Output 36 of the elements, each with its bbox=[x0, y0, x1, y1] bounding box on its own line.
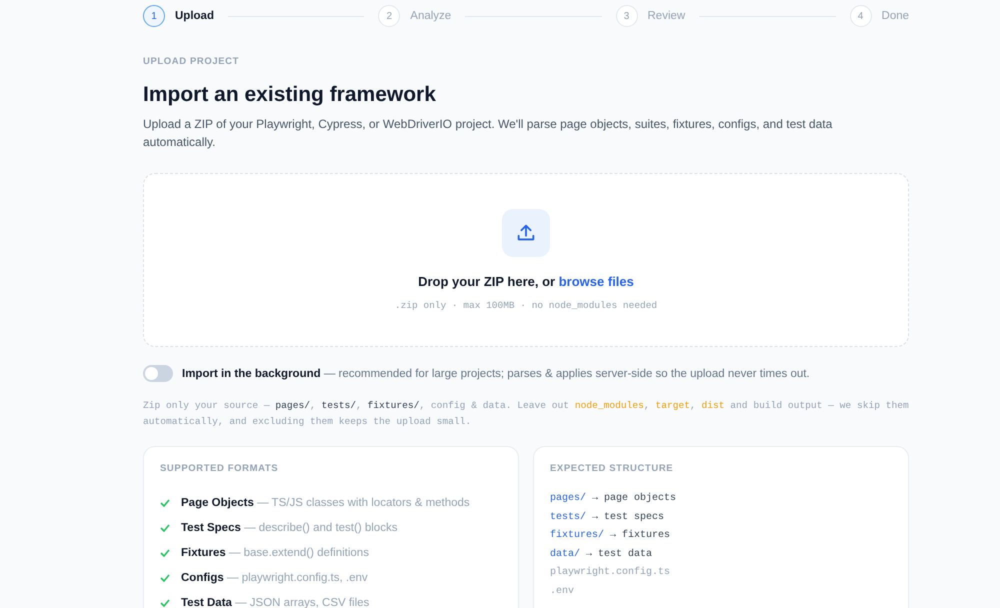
upload-button[interactable] bbox=[502, 209, 550, 257]
section-label: UPLOAD PROJECT bbox=[143, 56, 240, 67]
upload-limits: .zip only · max 100MB · no node_modules needed bbox=[394, 300, 658, 311]
toggle-label: Import in the background — recommended for large projects; parses & applies server-side so the upload never times out. bbox=[182, 368, 810, 380]
check-icon bbox=[160, 598, 170, 606]
page-description: Upload a ZIP of your Playwright, Cypress, or WebDriverIO project. We'll parse page objects, suites, fixtures, configs, and test data automatically. bbox=[143, 116, 834, 151]
format-item: Page Objects — TS/JS classes with locators & methods bbox=[181, 496, 470, 508]
format-item: Configs — playwright.config.ts, .env bbox=[181, 572, 368, 584]
step-label: Analyze bbox=[410, 10, 452, 22]
structure-line: data/ → test data bbox=[550, 548, 654, 562]
structure-line: tests/ → test specs bbox=[550, 510, 666, 524]
toggle-switch[interactable] bbox=[143, 365, 173, 382]
source-hint: Zip only your source — pages/, tests/, fixtures/, config & data. Leave out node_modules, target, dist and build output — we skip them automatically, and excluding them keeps the upload small. bbox=[143, 399, 909, 429]
format-item: Test Specs — describe() and test() blocks bbox=[181, 522, 398, 534]
page-title: Import an existing framework bbox=[143, 83, 437, 107]
card-title: EXPECTED STRUCTURE bbox=[550, 463, 674, 474]
browse-files-link[interactable]: browse files bbox=[558, 274, 634, 289]
drop-prompt: Drop your ZIP here, or browse files bbox=[418, 274, 634, 289]
check-icon bbox=[160, 548, 170, 556]
check-icon bbox=[160, 524, 170, 532]
step-number: 3 bbox=[616, 5, 638, 27]
step-label: Upload bbox=[175, 10, 214, 22]
step-number: 1 bbox=[143, 5, 165, 27]
structure-line: playwright.config.ts bbox=[550, 566, 672, 580]
check-icon bbox=[160, 498, 170, 506]
step-number: 2 bbox=[378, 5, 400, 27]
step-label: Done bbox=[882, 10, 910, 22]
step-number: 4 bbox=[850, 5, 872, 27]
structure-line: .env bbox=[550, 584, 576, 598]
structure-line: pages/ → page objects bbox=[550, 492, 678, 506]
step-label: Review bbox=[648, 10, 686, 22]
card-title: SUPPORTED FORMATS bbox=[160, 463, 280, 474]
check-icon bbox=[160, 574, 170, 582]
format-item: Fixtures — base.extend() definitions bbox=[181, 546, 369, 558]
structure-line: fixtures/ → fixtures bbox=[550, 528, 672, 543]
format-item: Test Data — JSON arrays, CSV files bbox=[181, 596, 370, 608]
